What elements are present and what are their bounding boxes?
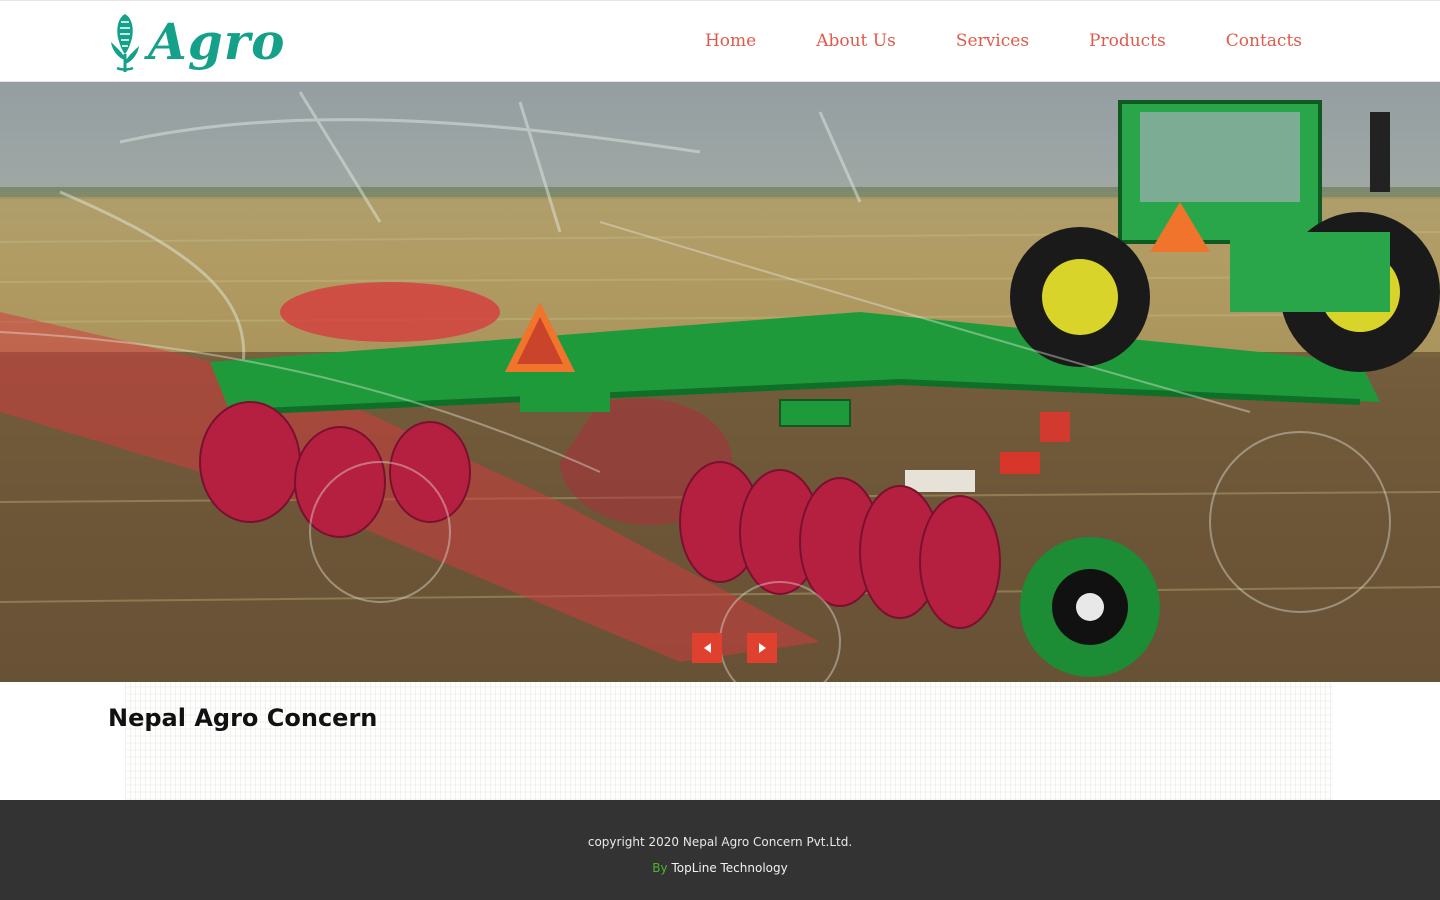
hero-image [0,82,1440,682]
nav-about-us[interactable]: About Us [816,29,896,53]
triangle-left-icon [703,643,711,653]
copyright-text: copyright 2020 Nepal Agro Concern Pvt.Lt… [587,835,853,849]
hero-slider [0,82,1440,682]
credit-link[interactable]: TopLine Technology [671,861,787,875]
corn-icon [111,14,139,72]
nav-home[interactable]: Home [705,29,756,53]
slider-next-button[interactable] [747,633,777,663]
page-title: Nepal Agro Concern [108,704,378,732]
nav-products[interactable]: Products [1089,29,1166,53]
site-header: Agro Home About Us Services Products Con… [0,0,1440,82]
main-content: Nepal Agro Concern [0,682,1440,800]
triangle-right-icon [758,643,766,653]
site-logo[interactable]: Agro [108,9,288,75]
background-texture [125,682,1333,800]
logo-text: Agro [148,12,286,71]
main-nav: Home About Us Services Products Contacts [705,29,1302,53]
slider-prev-button[interactable] [692,633,722,663]
nav-contacts[interactable]: Contacts [1226,29,1302,53]
nav-services[interactable]: Services [956,29,1029,53]
site-footer: copyright 2020 Nepal Agro Concern Pvt.Lt… [0,800,1440,900]
credit-by-label: By [652,861,668,875]
credit-line: By TopLine Technology [0,861,1440,875]
